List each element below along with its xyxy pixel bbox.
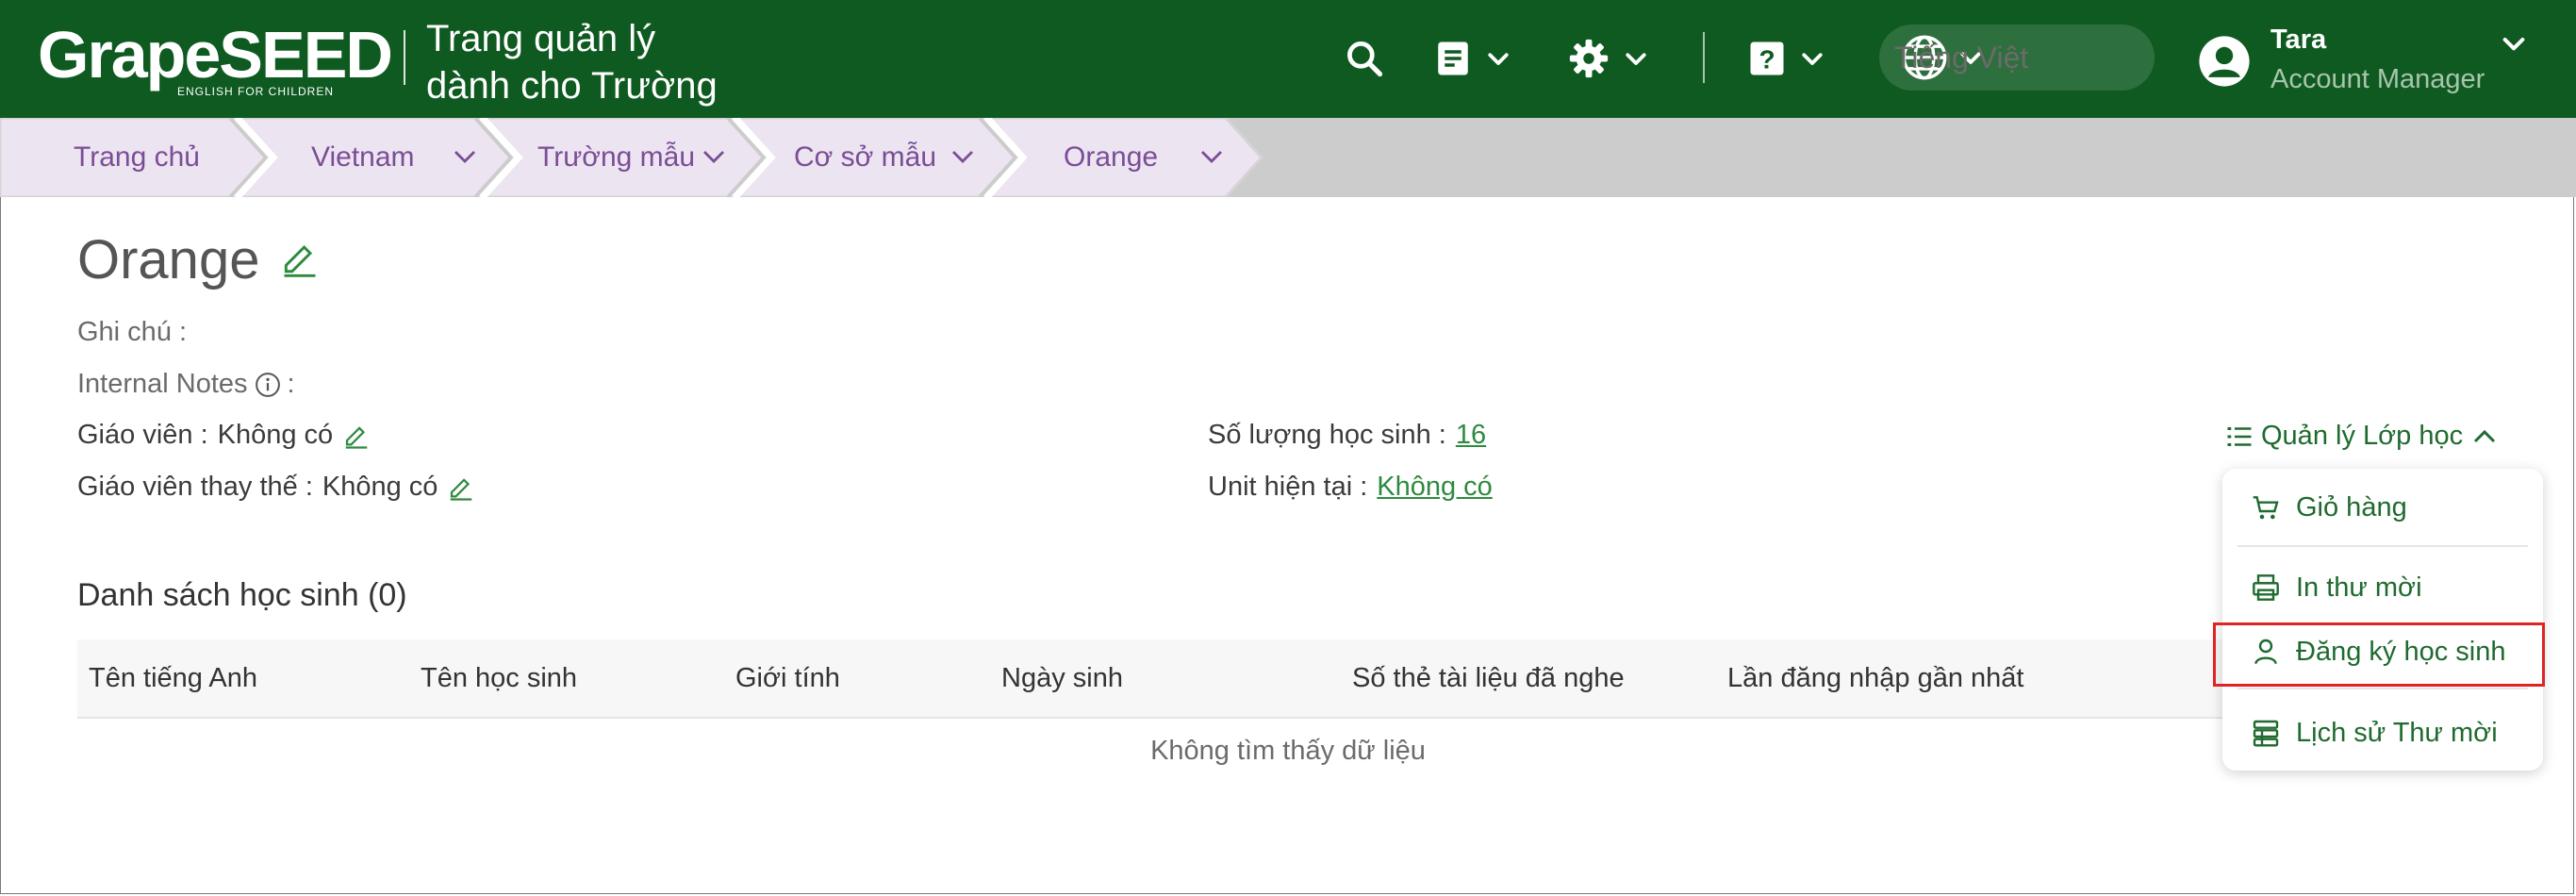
column-listened-cards[interactable]: Số thẻ tài liệu đã nghe bbox=[1352, 639, 1625, 717]
chevron-down-icon bbox=[1488, 53, 1509, 65]
menu-divider bbox=[2237, 545, 2528, 547]
menu-item-cart-label: Giỏ hàng bbox=[2296, 491, 2407, 523]
app-title-line1: Trang quản lý bbox=[426, 18, 656, 59]
app-title-line2: dành cho Trường bbox=[426, 65, 718, 107]
student-count-label: Số lượng học sinh : bbox=[1208, 420, 1446, 450]
column-english-name[interactable]: Tên tiếng Anh bbox=[89, 639, 257, 717]
breadcrumb-region[interactable]: Vietnam bbox=[311, 118, 415, 197]
internal-notes-label: Internal Notes bbox=[77, 369, 248, 399]
edit-teacher-icon[interactable] bbox=[342, 422, 371, 450]
menu-item-invitation-history-label: Lịch sử Thư mời bbox=[2296, 717, 2498, 748]
user-menu[interactable]: Tara Account Manager bbox=[2197, 21, 2555, 100]
document-menu-button[interactable] bbox=[1433, 32, 1512, 85]
gear-icon bbox=[1569, 39, 1609, 78]
teacher-row: Giáo viên : Không có bbox=[77, 420, 371, 451]
menu-item-print-invitation[interactable]: In thư mời bbox=[2251, 559, 2422, 616]
empty-table-message: Không tìm thấy dữ liệu bbox=[1150, 736, 1426, 766]
teacher-value: Không có bbox=[217, 420, 334, 450]
student-table-header: Tên tiếng Anh Tên học sinh Giới tính Ngà… bbox=[77, 639, 2529, 719]
current-unit-row: Unit hiện tại : Không có bbox=[1208, 472, 1493, 503]
history-list-icon bbox=[2253, 720, 2279, 747]
chevron-down-icon bbox=[1802, 53, 1823, 65]
current-unit-link[interactable]: Không có bbox=[1377, 472, 1493, 503]
column-gender[interactable]: Giới tính bbox=[735, 639, 840, 717]
info-icon[interactable] bbox=[254, 371, 282, 399]
language-label: Tiếng Việt bbox=[1894, 40, 2029, 75]
edit-title-icon[interactable] bbox=[279, 238, 321, 279]
help-icon: ? bbox=[1750, 41, 1784, 75]
class-manage-dropdown: Giỏ hàng In thư mời Đăng ký học sinh Lịc… bbox=[2222, 469, 2543, 771]
svg-text:?: ? bbox=[1759, 45, 1775, 75]
app-header: GrapeSEED ENGLISH FOR CHILDREN Trang quả… bbox=[0, 0, 2576, 118]
menu-item-print-invitation-label: In thư mời bbox=[2296, 572, 2422, 603]
page-title: Orange bbox=[77, 229, 260, 290]
student-count-row: Số lượng học sinh : 16 bbox=[1208, 420, 1486, 451]
column-birthdate[interactable]: Ngày sinh bbox=[1001, 639, 1123, 717]
list-icon bbox=[2227, 426, 2252, 446]
substitute-teacher-value: Không có bbox=[322, 472, 438, 502]
user-name: Tara bbox=[2271, 25, 2327, 55]
document-icon bbox=[1438, 41, 1468, 75]
edit-substitute-icon[interactable] bbox=[447, 473, 475, 502]
cart-icon bbox=[2253, 496, 2279, 520]
grapeseed-logo[interactable]: GrapeSEED ENGLISH FOR CHILDREN bbox=[38, 17, 393, 104]
chevron-down-icon[interactable] bbox=[451, 142, 479, 171]
class-manage-label: Quản lý Lớp học bbox=[2261, 421, 2464, 451]
internal-notes-colon: : bbox=[287, 369, 295, 399]
breadcrumb-campus[interactable]: Cơ sở mẫu bbox=[794, 118, 936, 197]
breadcrumb: Trang chủ Vietnam Trường mẫu Cơ sở mẫu O… bbox=[0, 118, 2576, 197]
highlight-box bbox=[2213, 622, 2545, 687]
language-selector[interactable]: Tiếng Việt bbox=[1879, 25, 2155, 91]
class-manage-toggle[interactable]: Quản lý Lớp học bbox=[2225, 421, 2499, 452]
substitute-teacher-row: Giáo viên thay thế : Không có bbox=[77, 472, 475, 503]
student-list-title: Danh sách học sinh (0) bbox=[77, 577, 407, 613]
chevron-down-icon[interactable] bbox=[949, 142, 977, 171]
chevron-down-icon[interactable] bbox=[700, 142, 728, 171]
substitute-teacher-label: Giáo viên thay thế : bbox=[77, 472, 313, 502]
current-unit-label: Unit hiện tại : bbox=[1208, 472, 1368, 502]
student-count-link[interactable]: 16 bbox=[1456, 420, 1486, 451]
breadcrumb-school[interactable]: Trường mẫu bbox=[537, 118, 695, 197]
search-button[interactable] bbox=[1344, 32, 1385, 85]
teacher-label: Giáo viên : bbox=[77, 420, 208, 450]
chevron-down-icon bbox=[1626, 53, 1646, 65]
chevron-down-icon bbox=[2502, 38, 2525, 51]
menu-item-cart[interactable]: Giỏ hàng bbox=[2251, 479, 2407, 536]
column-student-name[interactable]: Tên học sinh bbox=[421, 639, 577, 717]
app-title: Trang quản lý dành cho Trường bbox=[426, 15, 718, 109]
breadcrumb-class[interactable]: Orange bbox=[1064, 118, 1158, 197]
menu-item-invitation-history[interactable]: Lịch sử Thư mời bbox=[2251, 705, 2498, 761]
breadcrumb-home[interactable]: Trang chủ bbox=[74, 118, 200, 197]
chevron-up-icon bbox=[2474, 429, 2496, 442]
chevron-down-icon[interactable] bbox=[1197, 142, 1226, 171]
internal-notes-row: Internal Notes : bbox=[77, 369, 295, 400]
printer-icon bbox=[2253, 574, 2279, 601]
column-last-login[interactable]: Lần đăng nhập gần nhất bbox=[1727, 639, 2023, 717]
logo-divider bbox=[404, 30, 405, 85]
search-icon bbox=[1347, 41, 1383, 77]
menu-divider bbox=[2237, 688, 2528, 689]
logo-tagline: ENGLISH FOR CHILDREN bbox=[177, 85, 335, 98]
user-role: Account Manager bbox=[2271, 64, 2485, 94]
note-label: Ghi chú : bbox=[77, 317, 188, 347]
settings-menu-button[interactable] bbox=[1567, 32, 1650, 85]
user-avatar-icon bbox=[2199, 36, 2250, 87]
logo-text: GrapeSEED bbox=[38, 18, 393, 91]
header-divider bbox=[1703, 32, 1705, 83]
help-menu-button[interactable]: ? bbox=[1747, 32, 1826, 85]
